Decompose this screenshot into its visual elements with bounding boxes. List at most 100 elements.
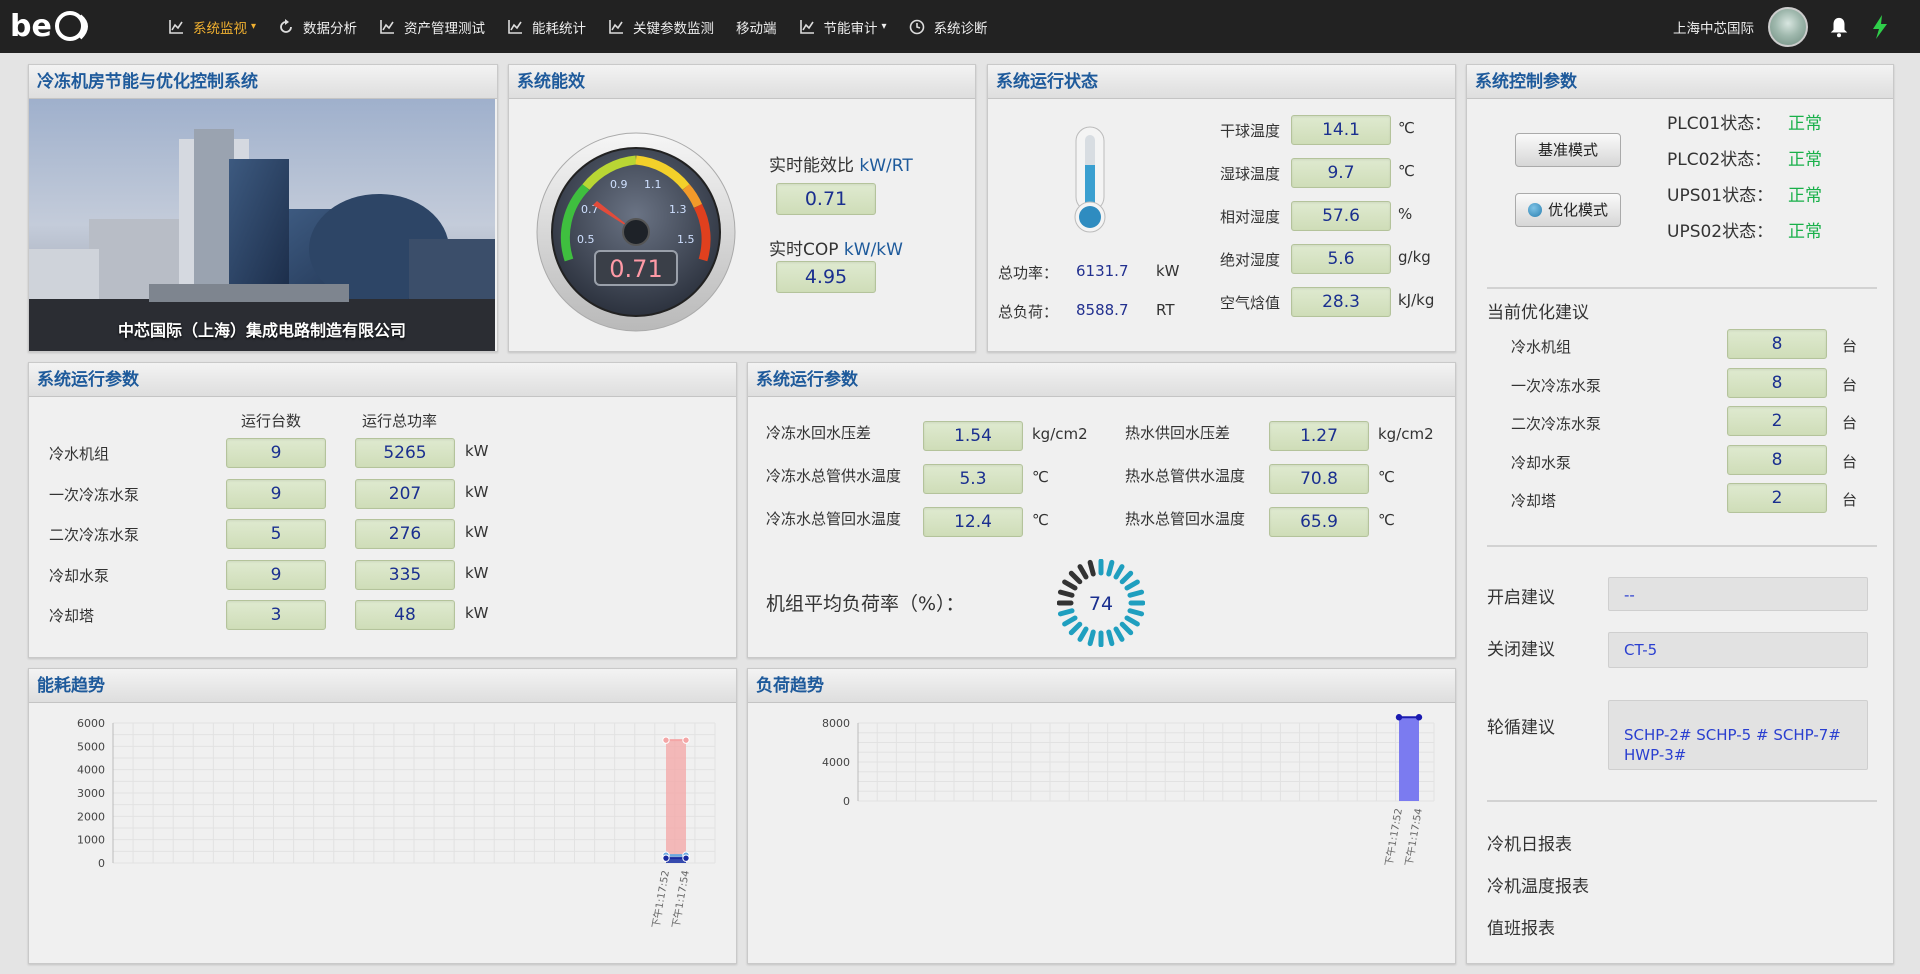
advice-value: 2 (1727, 406, 1827, 436)
bell-icon[interactable] (1828, 16, 1850, 38)
nav-item[interactable]: 关键参数监测 (608, 17, 714, 37)
x-tick-label: 下午1:17:52 (1382, 807, 1405, 867)
status-label: 干球温度 (1220, 122, 1281, 140)
pipe-param-unit: kg/cm2 (1378, 425, 1434, 443)
nav-item[interactable]: 资产管理测试 (379, 17, 485, 37)
advice-label: 冷水机组 (1511, 338, 1572, 356)
status-unit: g/kg (1398, 248, 1431, 266)
advice-label: 二次冷冻水泵 (1511, 415, 1602, 433)
nav-item[interactable]: 能耗统计 (507, 17, 586, 37)
nav-item-label: 能耗统计 (532, 20, 587, 37)
run-count-value: 9 (226, 478, 326, 509)
system-status-panel: 系统运行状态 总功率： 6131.7 kW 总负荷： 8588.7 RT 干球温… (987, 64, 1456, 352)
total-load-label: 总负荷： (998, 303, 1059, 321)
run-params-panel-1: 系统运行参数 运行台数 运行总功率 冷水机组 9 5265 kW 一次冷冻水泵 9 207 k… (28, 362, 737, 658)
thermometer-icon (1074, 126, 1106, 233)
advice-unit: 台 (1842, 491, 1858, 509)
equipment-label: 一次冷冻水泵 (49, 485, 140, 504)
nav-item[interactable]: 数据分析 (278, 17, 357, 37)
run-count-value: 3 (226, 600, 326, 630)
advice-label: 一次冷冻水泵 (1511, 376, 1602, 395)
power-bolt-icon[interactable] (1870, 14, 1890, 39)
baseline-mode-button[interactable]: 基准模式 (1515, 133, 1621, 167)
ring-segment (1057, 608, 1075, 617)
ring-segment (1068, 570, 1083, 585)
pipe-param-value: 70.8 (1269, 464, 1369, 494)
user-area: 上海中芯国际 (1673, 0, 1920, 53)
report-link[interactable]: 值班报表 (1487, 914, 1555, 939)
gauge-tick: 1.5 (677, 233, 695, 246)
panel-title: 负荷趋势 (748, 669, 1455, 703)
pipe-param-label: 热水总管供水温度 (1125, 467, 1246, 485)
status-unit: ℃ (1398, 119, 1415, 137)
column-header-power: 运行总功率 (362, 412, 438, 430)
report-link[interactable]: 冷机日报表 (1487, 830, 1572, 855)
y-tick-label: 6000 (77, 717, 105, 730)
status-value: 5.6 (1291, 244, 1391, 274)
status-value: 28.3 (1291, 287, 1391, 317)
intro-panel: 冷冻机房节能与优化控制系统 中芯国际（上海）集成电路制造有限公司 (28, 64, 498, 352)
y-tick-label: 0 (843, 795, 850, 808)
nav-item-label: 关键参数监测 (633, 20, 715, 37)
report-link[interactable]: 冷机温度报表 (1487, 872, 1589, 897)
caret-down-icon: ▾ (881, 21, 887, 32)
advice-label: 冷却水泵 (1511, 453, 1572, 472)
avg-load-rate-label: 机组平均负荷率（%）： (766, 593, 965, 615)
run-power-value: 335 (355, 559, 455, 590)
run-count-value: 9 (226, 438, 326, 468)
advice-value: 8 (1727, 367, 1827, 398)
gauge-tick: 0.5 (577, 233, 595, 246)
run-power-unit: kW (465, 482, 489, 501)
ring-segment (1087, 559, 1096, 577)
ring-segment (1113, 626, 1125, 642)
status-unit: kJ/kg (1398, 291, 1435, 309)
device-state-label: PLC02状态： (1667, 150, 1772, 170)
refresh-icon (278, 18, 303, 35)
avatar[interactable] (1768, 6, 1808, 47)
nav-item-label: 数据分析 (303, 20, 358, 37)
run-power-unit: kW (465, 523, 489, 541)
ring-segment (1113, 564, 1125, 580)
user-name[interactable]: 上海中芯国际 (1673, 17, 1754, 37)
nav-item-label: 资产管理测试 (404, 20, 486, 37)
nav-item[interactable]: 系统监视 ▾ (168, 17, 256, 37)
run-power-unit: kW (465, 563, 489, 582)
ring-segment (1106, 559, 1115, 577)
status-label: 空气焓值 (1220, 294, 1281, 312)
y-tick-label: 8000 (822, 717, 850, 730)
pipe-param-unit: ℃ (1378, 511, 1395, 529)
efficiency-panel: 系统能效 0.5 0.7 0.9 1.1 1.3 1.5 0.71 实时能效比 … (508, 64, 976, 352)
avg-load-rate-value: 74 (1089, 593, 1113, 615)
pipe-param-label: 冷冻水回水压差 (766, 424, 872, 442)
ring-segment (1124, 615, 1140, 627)
chart-line-icon (507, 19, 532, 35)
ring-segment (1068, 621, 1083, 636)
x-tick-label: 下午1:17:54 (669, 869, 692, 929)
status-value: 14.1 (1291, 115, 1391, 145)
close-advice-field: CT-5 (1608, 632, 1868, 668)
series-area (666, 740, 686, 863)
advice-unit: 台 (1842, 337, 1858, 355)
load-rate-ring: 74 (1057, 559, 1145, 647)
column-header-count: 运行台数 (241, 412, 302, 430)
gauge-tick: 0.9 (610, 178, 628, 191)
pipe-param-label: 冷冻水总管供水温度 (766, 467, 902, 485)
divider (1487, 287, 1877, 289)
ring-segment (1119, 621, 1134, 636)
chart-line-icon (379, 19, 404, 35)
ring-segment (1087, 629, 1096, 647)
nav-item[interactable]: 系统诊断 (909, 17, 988, 37)
nav-item[interactable]: 移动端 (736, 17, 777, 37)
panel-title: 冷冻机房节能与优化控制系统 (29, 65, 497, 99)
device-state-value: 正常 (1788, 114, 1822, 134)
ring-segment (1062, 615, 1078, 627)
pipe-param-unit: ℃ (1032, 511, 1049, 529)
nav-item[interactable]: 节能审计 ▾ (799, 17, 887, 37)
main-menu: 系统监视 ▾ 数据分析 资产管理测试 能耗统计 关键参数监测 移动端 节能审计 ▾ 系统诊断 (168, 0, 1010, 53)
open-advice-label: 开启建议 (1487, 588, 1555, 608)
clock-icon (909, 19, 934, 35)
optimize-mode-button[interactable]: 优化模式 (1515, 193, 1621, 227)
panel-title: 系统运行参数 (748, 363, 1455, 397)
brand-logo[interactable]: be (10, 6, 100, 46)
chart-line-icon (799, 19, 824, 35)
